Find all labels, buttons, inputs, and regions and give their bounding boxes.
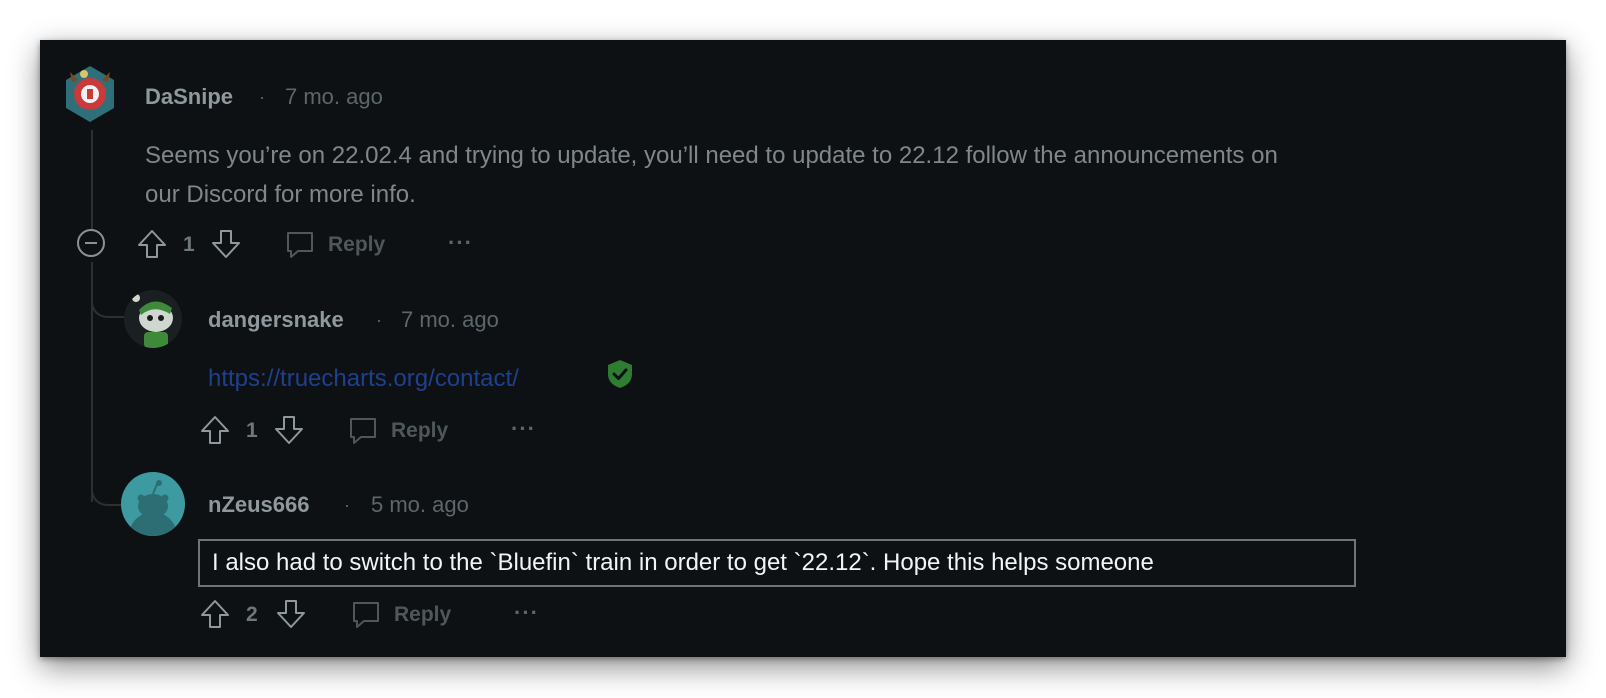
comment-body: I also had to switch to the `Bluefin` tr… bbox=[198, 539, 1356, 587]
comment-body: Seems you’re on 22.02.4 and trying to up… bbox=[145, 136, 1545, 214]
comment-bubble-icon bbox=[350, 418, 376, 444]
meta-separator: · bbox=[376, 310, 382, 330]
arrow-down-icon bbox=[277, 600, 305, 628]
reply-label: Reply bbox=[391, 419, 449, 442]
reply-button[interactable]: Reply bbox=[284, 228, 414, 262]
meta-separator: · bbox=[259, 87, 265, 107]
vote-count: 2 bbox=[246, 603, 258, 626]
avatar[interactable] bbox=[62, 62, 118, 124]
vote-count: 1 bbox=[246, 419, 258, 442]
upvote-button[interactable] bbox=[136, 228, 168, 260]
comment-bubble-icon bbox=[353, 602, 379, 628]
reply-label: Reply bbox=[394, 603, 452, 626]
comment-author[interactable]: dangersnake bbox=[208, 307, 344, 333]
arrow-up-icon bbox=[138, 230, 166, 258]
downvote-button[interactable] bbox=[273, 414, 305, 446]
reply-label: Reply bbox=[328, 233, 386, 256]
more-options-button[interactable]: ··· bbox=[514, 600, 539, 626]
upvote-button[interactable] bbox=[199, 414, 231, 446]
more-options-button[interactable]: ··· bbox=[511, 416, 536, 442]
verified-shield-icon bbox=[606, 358, 634, 390]
arrow-up-icon bbox=[201, 600, 229, 628]
comment-body-line: Seems you’re on 22.02.4 and trying to up… bbox=[145, 142, 1278, 169]
comment-link[interactable]: https://truecharts.org/contact/ bbox=[208, 365, 519, 393]
avatar[interactable] bbox=[121, 472, 185, 536]
thread-connector bbox=[91, 280, 125, 318]
upvote-button[interactable] bbox=[199, 598, 231, 630]
thread-line-main[interactable] bbox=[91, 130, 93, 230]
reply-button[interactable]: Reply bbox=[350, 598, 480, 632]
comment-timestamp[interactable]: 7 mo. ago bbox=[401, 307, 499, 333]
avatar[interactable] bbox=[124, 290, 182, 348]
vote-count: 1 bbox=[183, 233, 195, 256]
more-options-button[interactable]: ··· bbox=[448, 230, 473, 256]
comment-bubble-icon bbox=[287, 232, 313, 258]
comment-author[interactable]: nZeus666 bbox=[208, 492, 310, 518]
meta-separator: · bbox=[344, 495, 350, 515]
downvote-button[interactable] bbox=[210, 228, 242, 260]
arrow-up-icon bbox=[201, 416, 229, 444]
arrow-down-icon bbox=[212, 230, 240, 258]
comment-author[interactable]: DaSnipe bbox=[145, 84, 233, 110]
comment-timestamp[interactable]: 7 mo. ago bbox=[285, 84, 383, 110]
arrow-down-icon bbox=[275, 416, 303, 444]
reply-button[interactable]: Reply bbox=[347, 414, 477, 448]
thread-connector bbox=[91, 460, 125, 506]
minus-circle-icon bbox=[77, 229, 105, 257]
downvote-button[interactable] bbox=[275, 598, 307, 630]
comment-thread: DaSnipe · 7 mo. ago Seems you’re on 22.0… bbox=[40, 40, 1566, 657]
comment-body-line: our Discord for more info. bbox=[145, 181, 416, 208]
collapse-thread-button[interactable] bbox=[76, 228, 106, 258]
comment-timestamp[interactable]: 5 mo. ago bbox=[371, 492, 469, 518]
